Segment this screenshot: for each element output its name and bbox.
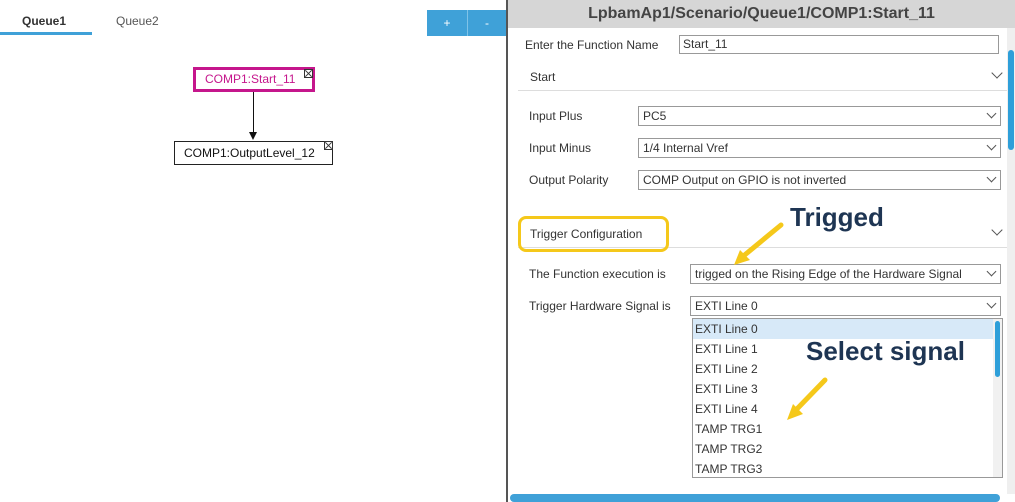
trigger-hw-signal-value: EXTI Line 0 (695, 299, 758, 313)
horizontal-scrollbar[interactable] (510, 494, 1000, 502)
chevron-down-icon (986, 108, 997, 119)
function-node-start[interactable]: COMP1:Start_11 (193, 67, 315, 92)
section-start-label: Start (530, 70, 556, 84)
input-plus-select[interactable]: PC5 (638, 106, 1001, 126)
close-icon[interactable] (304, 69, 313, 78)
trigger-highlight-box (518, 216, 669, 252)
function-execution-value: trigged on the Rising Edge of the Hardwa… (695, 267, 962, 281)
chevron-down-icon[interactable] (991, 224, 1003, 236)
dropdown-scrollbar[interactable] (993, 319, 1002, 477)
function-config-panel: LpbamAp1/Scenario/Queue1/COMP1:Start_11 … (506, 0, 1015, 502)
node-connector-line (253, 92, 254, 132)
close-icon[interactable] (324, 141, 333, 150)
queue-tabs: Queue1 Queue2 + - (0, 0, 506, 36)
chevron-down-icon (986, 266, 997, 277)
function-node-output-level-label: COMP1:OutputLevel_12 (184, 146, 315, 160)
input-plus-label: Input Plus (529, 109, 583, 123)
input-plus-value: PC5 (643, 109, 667, 123)
queue-canvas: Queue1 Queue2 + - COMP1:Start_11 COMP1:O… (0, 0, 506, 502)
section-start[interactable]: Start (518, 61, 1008, 91)
dropdown-option-tamp-trg2[interactable]: TAMP TRG2 (693, 439, 995, 459)
arrow-down-icon (249, 132, 257, 140)
remove-queue-button[interactable]: - (467, 10, 506, 36)
callout-trigged: Trigged (790, 202, 884, 232)
dropdown-option-exti-line-3[interactable]: EXTI Line 3 (693, 379, 995, 399)
tab-queue1[interactable]: Queue1 (22, 14, 66, 28)
dropdown-scrollbar-thumb[interactable] (995, 321, 1000, 377)
output-polarity-select[interactable]: COMP Output on GPIO is not inverted (638, 170, 1001, 190)
chevron-down-icon (986, 140, 997, 151)
function-execution-select[interactable]: trigged on the Rising Edge of the Hardwa… (690, 264, 1001, 284)
input-minus-select[interactable]: 1/4 Internal Vref (638, 138, 1001, 158)
chevron-down-icon (986, 172, 997, 183)
trigger-hw-signal-label: Trigger Hardware Signal is (529, 299, 671, 313)
panel-title: LpbamAp1/Scenario/Queue1/COMP1:Start_11 (508, 0, 1015, 28)
function-node-output-level[interactable]: COMP1:OutputLevel_12 (174, 141, 333, 165)
panel-scrollbar[interactable] (1007, 28, 1015, 494)
trigger-hw-signal-select[interactable]: EXTI Line 0 (690, 296, 1001, 316)
panel-scrollbar-thumb[interactable] (1008, 50, 1014, 150)
function-execution-label: The Function execution is (529, 267, 666, 281)
active-tab-indicator (0, 32, 92, 35)
input-minus-label: Input Minus (529, 141, 592, 155)
dropdown-option-tamp-trg3[interactable]: TAMP TRG3 (693, 459, 995, 477)
output-polarity-label: Output Polarity (529, 173, 609, 187)
dropdown-option-exti-line-4[interactable]: EXTI Line 4 (693, 399, 995, 419)
callout-select-signal: Select signal (806, 336, 965, 366)
function-node-start-label: COMP1:Start_11 (205, 72, 296, 86)
add-queue-button[interactable]: + (427, 10, 467, 36)
chevron-down-icon[interactable] (991, 67, 1003, 79)
output-polarity-value: COMP Output on GPIO is not inverted (643, 173, 847, 187)
tab-queue2[interactable]: Queue2 (116, 14, 159, 28)
function-name-input[interactable]: Start_11 (679, 35, 999, 54)
dropdown-option-tamp-trg1[interactable]: TAMP TRG1 (693, 419, 995, 439)
function-name-label: Enter the Function Name (525, 38, 659, 52)
input-minus-value: 1/4 Internal Vref (643, 141, 728, 155)
chevron-down-icon (986, 298, 997, 309)
